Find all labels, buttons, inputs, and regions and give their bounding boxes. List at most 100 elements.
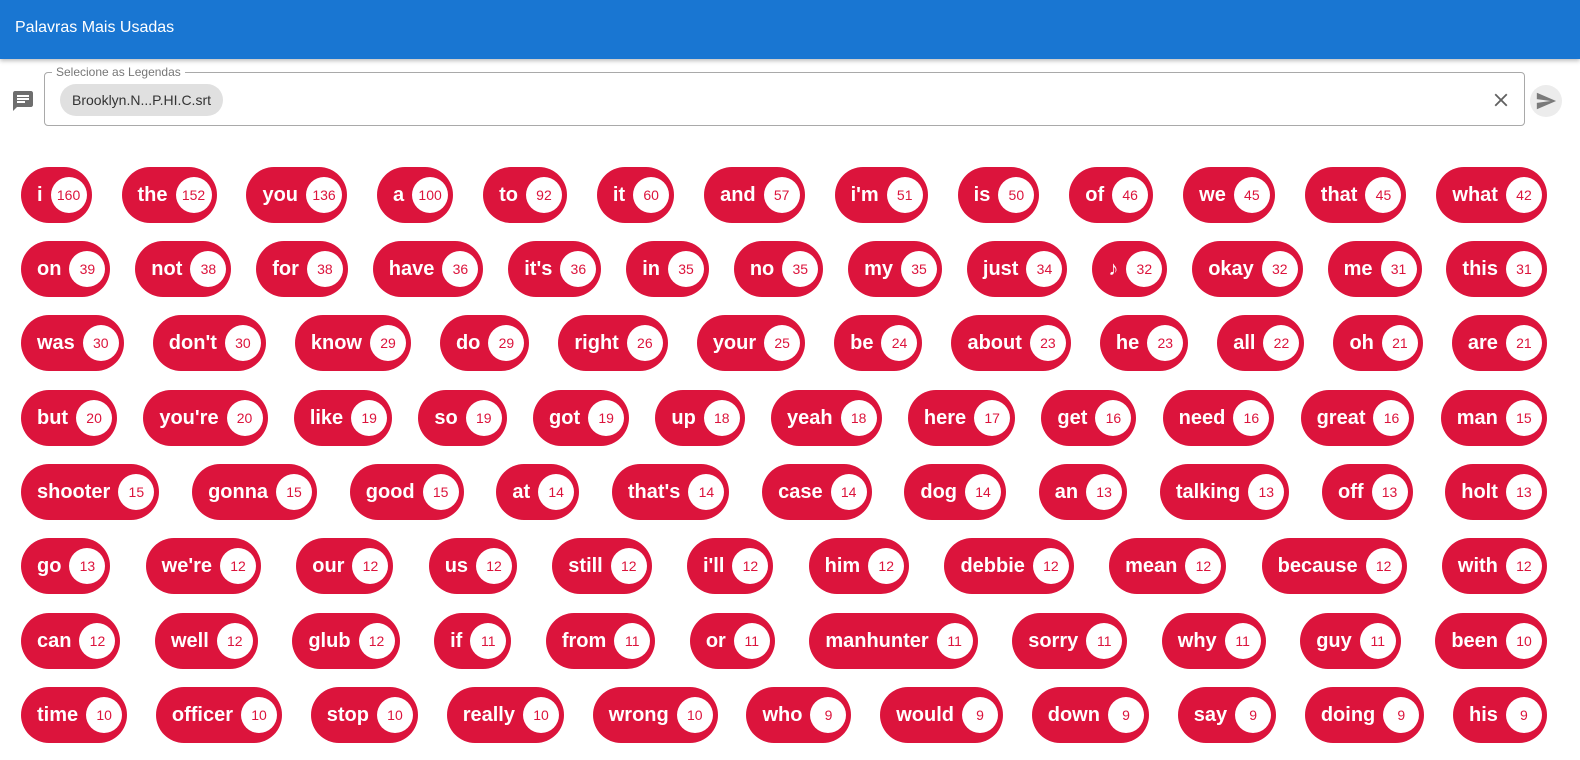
word-chip[interactable]: him 12: [808, 538, 910, 594]
send-icon: [1536, 92, 1557, 110]
word-chip[interactable]: man 15: [1440, 390, 1547, 446]
word-chip[interactable]: with 12: [1441, 538, 1547, 594]
word-chip[interactable]: time 10: [21, 687, 128, 743]
word-chip[interactable]: manhunter 11: [809, 613, 978, 669]
word-chip[interactable]: that 45: [1304, 167, 1407, 223]
word-chip[interactable]: great 16: [1300, 390, 1415, 446]
word-chip[interactable]: why 11: [1161, 613, 1266, 669]
word-chip[interactable]: so 19: [418, 390, 507, 446]
word-chip[interactable]: know 29: [294, 315, 411, 371]
word-chip[interactable]: our 12: [296, 538, 394, 594]
word-chip[interactable]: say 9: [1177, 687, 1277, 743]
word-chip[interactable]: in 35: [626, 241, 709, 297]
word-chip[interactable]: or 11: [689, 613, 775, 669]
word-chip[interactable]: guy 11: [1300, 613, 1401, 669]
word-chip[interactable]: go 13: [21, 538, 111, 594]
word-chip[interactable]: i'm 51: [834, 167, 928, 223]
word-chip[interactable]: to 92: [483, 167, 567, 223]
word-chip[interactable]: down 9: [1031, 687, 1149, 743]
word-chip[interactable]: me 31: [1327, 241, 1422, 297]
word-chip[interactable]: stop 10: [310, 687, 418, 743]
word-chip[interactable]: us 12: [428, 538, 518, 594]
word-chip[interactable]: need 16: [1162, 390, 1275, 446]
word-chip[interactable]: got 19: [533, 390, 630, 446]
word-chip[interactable]: about 23: [951, 315, 1071, 371]
word-chip[interactable]: off 13: [1321, 464, 1413, 520]
word-count-badge: 10: [241, 697, 277, 733]
word-chip[interactable]: been 10: [1435, 613, 1547, 669]
word-chip[interactable]: you're 20: [143, 390, 268, 446]
word-chip[interactable]: that's 14: [611, 464, 730, 520]
word-chip[interactable]: get 16: [1041, 390, 1137, 446]
word-chip[interactable]: debbie 12: [944, 538, 1074, 594]
word-chip[interactable]: really 10: [446, 687, 564, 743]
word-chip[interactable]: here 17: [907, 390, 1016, 446]
word-chip[interactable]: but 20: [21, 390, 118, 446]
word-chip[interactable]: okay 32: [1192, 241, 1303, 297]
word-chip[interactable]: do 29: [439, 315, 530, 371]
word-chip[interactable]: mean 12: [1109, 538, 1227, 594]
word-chip[interactable]: a 100: [376, 167, 454, 223]
word-chip[interactable]: can 12: [21, 613, 121, 669]
word-chip[interactable]: of 46: [1069, 167, 1154, 223]
word-chip[interactable]: we 45: [1183, 167, 1275, 223]
word-chip[interactable]: holt 13: [1445, 464, 1547, 520]
word-chip[interactable]: the 152: [121, 167, 217, 223]
word-chip[interactable]: glub 12: [292, 613, 400, 669]
word-chip[interactable]: at 14: [496, 464, 580, 520]
word-chip[interactable]: ♪ 32: [1092, 241, 1168, 297]
word-chip[interactable]: yeah 18: [771, 390, 882, 446]
word-chip[interactable]: you 136: [246, 167, 348, 223]
word-chip[interactable]: have 36: [372, 241, 484, 297]
word-chip[interactable]: shooter 15: [21, 464, 160, 520]
word-chip[interactable]: we're 12: [145, 538, 262, 594]
word-chip[interactable]: talking 13: [1159, 464, 1290, 520]
word-chip[interactable]: oh 21: [1333, 315, 1423, 371]
word-chip[interactable]: for 38: [256, 241, 348, 297]
word-chip[interactable]: well 12: [155, 613, 258, 669]
word-chip[interactable]: wrong 10: [592, 687, 718, 743]
word-chip[interactable]: i'll 12: [686, 538, 774, 594]
word-chip[interactable]: don't 30: [152, 315, 266, 371]
word-chip[interactable]: this 31: [1446, 241, 1547, 297]
word-chip[interactable]: sorry 11: [1012, 613, 1128, 669]
word-chip[interactable]: all 22: [1217, 315, 1305, 371]
word-chip[interactable]: from 11: [545, 613, 656, 669]
word-chip[interactable]: your 25: [696, 315, 806, 371]
word-chip[interactable]: what 42: [1436, 167, 1547, 223]
word-chip[interactable]: doing 9: [1304, 687, 1425, 743]
word-chip[interactable]: who 9: [746, 687, 852, 743]
word-chip[interactable]: his 9: [1453, 687, 1547, 743]
word-chip[interactable]: because 12: [1261, 538, 1407, 594]
word-chip[interactable]: be 24: [834, 315, 923, 371]
word-chip[interactable]: just 34: [966, 241, 1068, 297]
word-chip[interactable]: on 39: [21, 241, 111, 297]
word-chip[interactable]: is 50: [957, 167, 1040, 223]
word-chip[interactable]: up 18: [655, 390, 745, 446]
close-icon[interactable]: [1490, 89, 1512, 111]
word-chip[interactable]: dog 14: [904, 464, 1007, 520]
word-chip[interactable]: not 38: [135, 241, 232, 297]
word-chip[interactable]: are 21: [1451, 315, 1547, 371]
subtitle-select-field[interactable]: Selecione as Legendas Brooklyn.N...P.HI.…: [44, 65, 1525, 126]
word-chip[interactable]: no 35: [733, 241, 824, 297]
word-chip[interactable]: still 12: [552, 538, 652, 594]
word-chip[interactable]: officer 10: [155, 687, 282, 743]
word-chip[interactable]: it 60: [596, 167, 675, 223]
word-chip[interactable]: it's 36: [508, 241, 602, 297]
word-chip[interactable]: gonna 15: [192, 464, 318, 520]
word-chip[interactable]: good 15: [349, 464, 464, 520]
word-chip[interactable]: like 19: [293, 390, 393, 446]
word-chip[interactable]: if 11: [434, 613, 512, 669]
send-button[interactable]: [1530, 85, 1562, 117]
word-chip[interactable]: he 23: [1099, 315, 1189, 371]
word-chip[interactable]: my 35: [848, 241, 943, 297]
word-chip[interactable]: an 13: [1038, 464, 1128, 520]
word-chip[interactable]: would 9: [880, 687, 1003, 743]
word-chip[interactable]: right 26: [558, 315, 668, 371]
word-chip[interactable]: i 160: [21, 167, 92, 223]
word-chip[interactable]: and 57: [704, 167, 805, 223]
selected-file-chip[interactable]: Brooklyn.N...P.HI.C.srt: [60, 84, 224, 116]
word-chip[interactable]: was 30: [21, 315, 124, 371]
word-chip[interactable]: case 14: [762, 464, 872, 520]
